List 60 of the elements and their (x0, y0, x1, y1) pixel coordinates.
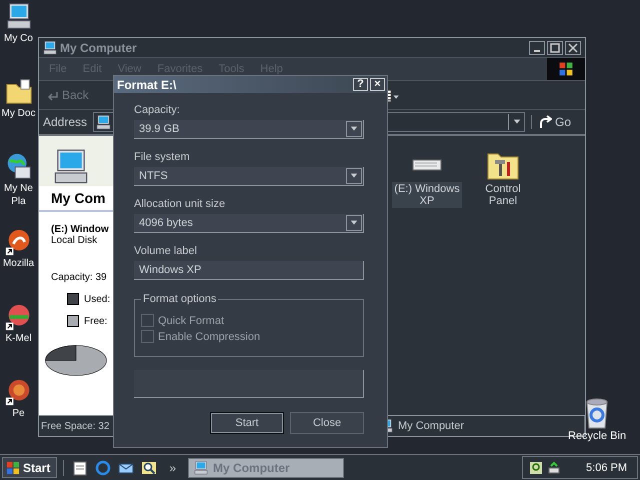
icon-label[interactable]: Pla (11, 195, 26, 208)
dropdown-arrow-icon (350, 172, 358, 180)
checkbox-label[interactable]: Enable Compression (158, 330, 260, 342)
help-button[interactable]: ? (353, 78, 368, 91)
network-icon[interactable] (547, 460, 561, 474)
status-text: My Computer (398, 420, 464, 432)
checkbox[interactable] (141, 314, 154, 327)
minimize-button[interactable] (529, 40, 545, 54)
icon-label[interactable]: My Co (4, 32, 33, 45)
status-text: Free Space: 32 (41, 420, 110, 432)
window-title: My Computer (60, 40, 137, 54)
item-label[interactable]: Control Panel (468, 182, 538, 208)
more-button[interactable]: » (163, 460, 182, 474)
dropdown[interactable]: NTFS (134, 167, 364, 186)
dropdown[interactable]: 4096 bytes (134, 214, 364, 233)
icon-label[interactable]: K-Mel (5, 332, 32, 345)
flag-icon (558, 61, 574, 77)
go-button[interactable]: Go (531, 115, 578, 129)
forward-arrow-icon (538, 115, 552, 129)
close-icon (568, 42, 578, 52)
close-button[interactable] (565, 40, 581, 54)
dropdown-arrow-icon (512, 118, 521, 126)
item-label[interactable]: (E:) Windows XP (392, 182, 462, 208)
icon-label[interactable]: My Doc (2, 107, 36, 120)
address-label: Address (43, 115, 88, 129)
dropdown-arrow-icon (350, 219, 358, 227)
dropdown[interactable]: 39.9 GB (134, 120, 364, 139)
checkbox[interactable] (141, 330, 154, 343)
dialog-title: Format E:\ (117, 78, 176, 92)
checkbox-label[interactable]: Quick Format (158, 314, 224, 326)
icon-label[interactable]: My Ne (4, 182, 33, 195)
dialog-button[interactable]: Start (210, 412, 284, 434)
pie-chart-drawing (45, 345, 107, 376)
start-button[interactable]: Start (2, 457, 58, 478)
flag-icon (6, 460, 20, 474)
dialog-button[interactable]: Close (290, 412, 364, 434)
drive-name: (E:) Window (50, 223, 110, 235)
minimize-icon (534, 50, 540, 52)
field-label: Allocation unit size (134, 198, 226, 210)
capacity-text: Capacity: 39 (50, 271, 108, 283)
field-label: Capacity: (134, 104, 181, 116)
legend-label: Used: (84, 294, 110, 304)
close-button[interactable]: × (370, 78, 385, 91)
maximize-icon (550, 42, 560, 52)
clock: 5:06 PM (586, 462, 627, 474)
icon-label[interactable]: Mozilla (2, 257, 34, 270)
icon-label[interactable]: Pe (12, 407, 25, 420)
field-label: Volume label (134, 245, 198, 257)
notepad-icon[interactable] (72, 460, 88, 476)
dropdown-value: NTFS (138, 170, 168, 182)
volume-label-field[interactable]: Windows XP (134, 261, 364, 280)
maximize-button[interactable] (547, 40, 563, 54)
group-title: Format options (141, 293, 218, 305)
legend-label: Free: (84, 316, 108, 326)
dropdown-value: 4096 bytes (138, 217, 193, 229)
dropdown-arrow-icon (350, 125, 358, 133)
field-label: File system (134, 151, 191, 163)
dropdown-value: 39.9 GB (138, 123, 180, 135)
drive-type: Local Disk (50, 235, 98, 246)
icon-label[interactable]: Recycle Bin (568, 430, 626, 443)
